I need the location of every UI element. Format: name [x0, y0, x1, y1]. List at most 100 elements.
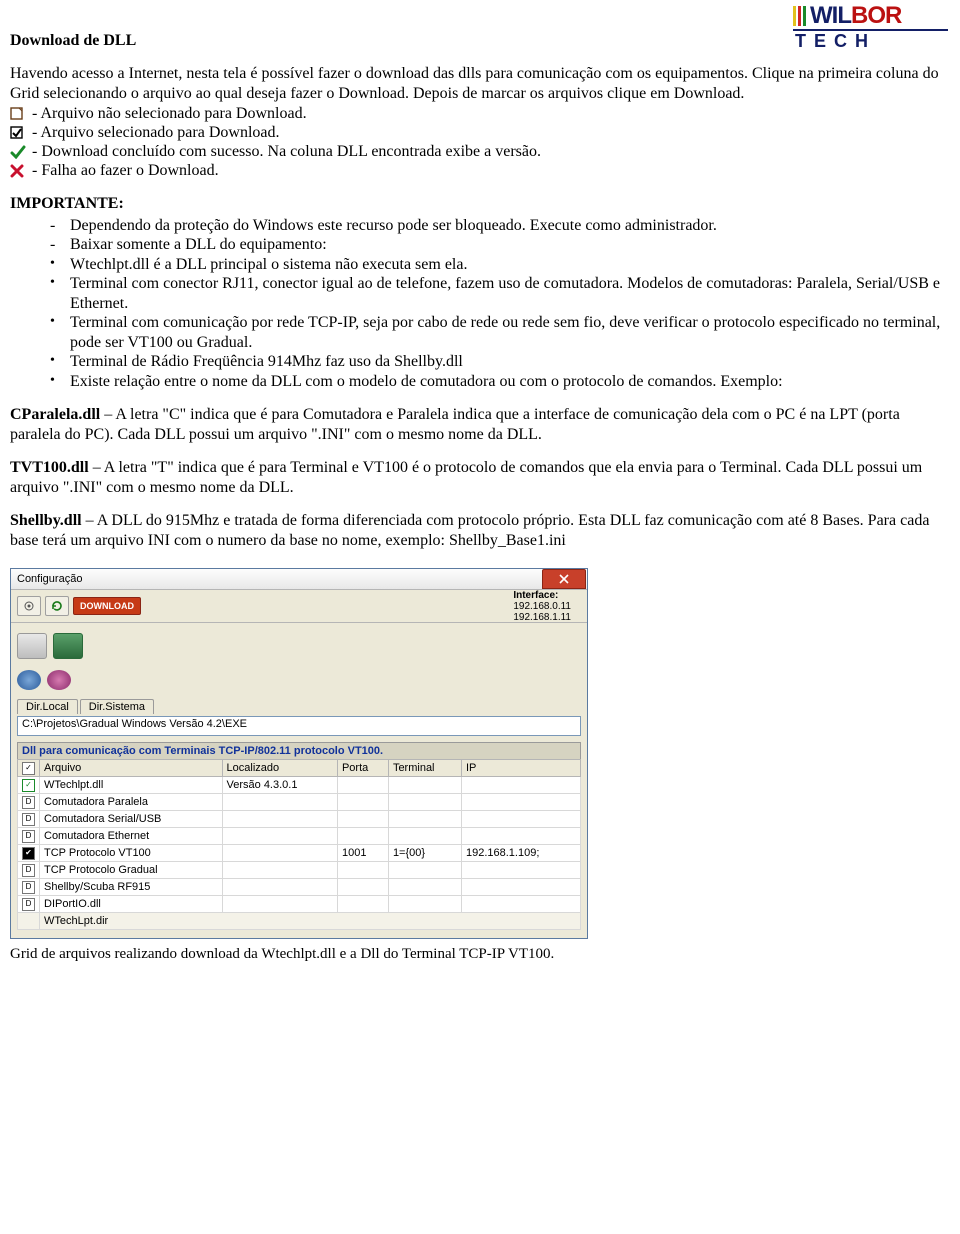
row-select-icon[interactable]: D — [18, 794, 40, 811]
cell-arquivo: Comutadora Ethernet — [40, 828, 223, 845]
interface-label: Interface: — [513, 590, 571, 601]
table-row[interactable]: ✔TCP Protocolo VT10010011={00}192.168.1.… — [18, 845, 581, 862]
table-row[interactable]: DShellby/Scuba RF915 — [18, 879, 581, 896]
grid-caption-bar: Dll para comunicação com Terminais TCP-I… — [17, 742, 581, 759]
cell-arquivo: DIPortIO.dll — [40, 896, 223, 913]
cell-ip — [461, 828, 580, 845]
icon-desc-selected: - Arquivo selecionado para Download. — [32, 124, 279, 142]
device-icon — [47, 670, 71, 690]
tab-dir-local[interactable]: Dir.Local — [17, 699, 78, 714]
col-terminal[interactable]: Terminal — [388, 760, 461, 777]
cell-arquivo: Comutadora Serial/USB — [40, 811, 223, 828]
cell-localizado — [222, 879, 337, 896]
device-icon — [53, 633, 83, 659]
cell-arquivo: WTechlpt.dll — [40, 777, 223, 794]
download-button[interactable]: DOWNLOAD — [73, 597, 141, 615]
path-input[interactable]: C:\Projetos\Gradual Windows Versão 4.2\E… — [17, 716, 581, 736]
toolbar-refresh-icon[interactable] — [45, 596, 69, 616]
cell-localizado — [222, 794, 337, 811]
icon-desc-success: - Download concluído com sucesso. Na col… — [32, 143, 541, 161]
row-select-icon[interactable]: D — [18, 862, 40, 879]
logo-sub: TECH — [793, 29, 948, 51]
device-icons-row — [17, 627, 581, 665]
cell-porta — [337, 828, 388, 845]
cell-ip — [461, 862, 580, 879]
cell-porta — [337, 794, 388, 811]
important-item: Dependendo da proteção do Windows este r… — [50, 216, 950, 236]
cell-terminal — [388, 828, 461, 845]
row-select-icon[interactable]: D — [18, 811, 40, 828]
cell-ip — [461, 811, 580, 828]
window-title: Configuração — [17, 573, 82, 585]
col-ip[interactable]: IP — [461, 760, 580, 777]
cell-ip — [461, 896, 580, 913]
cparalela-para: CParalela.dll – A letra "C" indica que é… — [10, 405, 950, 444]
cell-localizado — [222, 896, 337, 913]
bullet-item: Terminal de Rádio Freqüência 914Mhz faz … — [50, 352, 950, 372]
cell-localizado — [222, 845, 337, 862]
important-heading: IMPORTANTE: — [10, 194, 950, 214]
device-icon — [17, 670, 41, 690]
cell-porta — [337, 777, 388, 794]
device-icon — [17, 633, 47, 659]
table-row[interactable]: DDIPortIO.dll — [18, 896, 581, 913]
table-row[interactable]: DTCP Protocolo Gradual — [18, 862, 581, 879]
shellby-text: – A DLL do 915Mhz e tratada de forma dif… — [10, 512, 929, 549]
cell-arquivo: TCP Protocolo Gradual — [40, 862, 223, 879]
config-window: Configuração DOWNLOAD Interface: 192.168… — [10, 568, 588, 939]
interface-ip: 192.168.1.11 — [513, 612, 571, 623]
tvt100-text: – A letra "T" indica que é para Terminal… — [10, 459, 922, 496]
toolbar-gear-icon[interactable] — [17, 596, 41, 616]
col-arquivo[interactable]: Arquivo — [40, 760, 223, 777]
device-icons-row — [17, 665, 581, 695]
cell-localizado: Versão 4.3.0.1 — [222, 777, 337, 794]
grid-footer-text: WTechLpt.dir — [40, 913, 581, 930]
figure-caption: Grid de arquivos realizando download da … — [10, 945, 950, 963]
logo-text-right: BOR — [851, 6, 901, 29]
interface-ip: 192.168.0.11 — [513, 601, 571, 612]
intro-paragraph: Havendo acesso a Internet, nesta tela é … — [10, 64, 950, 103]
cparalela-name: CParalela.dll — [10, 406, 100, 423]
logo-text-left: WIL — [810, 6, 851, 29]
cell-terminal — [388, 862, 461, 879]
row-select-icon[interactable]: D — [18, 879, 40, 896]
cell-porta — [337, 896, 388, 913]
tab-dir-sistema[interactable]: Dir.Sistema — [80, 699, 154, 714]
shellby-name: Shellby.dll — [10, 512, 82, 529]
close-button[interactable] — [542, 569, 586, 589]
table-row[interactable]: DComutadora Paralela — [18, 794, 581, 811]
icon-desc-unselected: - Arquivo não selecionado para Download. — [32, 105, 307, 123]
cell-porta — [337, 862, 388, 879]
file-unselected-icon — [10, 107, 26, 121]
important-item: Baixar somente a DLL do equipamento: — [50, 235, 950, 255]
row-select-icon[interactable]: ✓ — [18, 777, 40, 794]
icon-desc-fail: - Falha ao fazer o Download. — [32, 162, 219, 180]
table-row[interactable]: DComutadora Ethernet — [18, 828, 581, 845]
row-select-icon[interactable]: ✔ — [18, 845, 40, 862]
cell-localizado — [222, 862, 337, 879]
cell-porta — [337, 811, 388, 828]
col-check-icon[interactable]: ✓ — [18, 760, 40, 777]
cell-porta: 1001 — [337, 845, 388, 862]
grid-footer-icon — [18, 913, 40, 930]
cell-arquivo: Comutadora Paralela — [40, 794, 223, 811]
cell-arquivo: TCP Protocolo VT100 — [40, 845, 223, 862]
download-success-icon — [10, 145, 26, 159]
table-row[interactable]: ✓WTechlpt.dllVersão 4.3.0.1 — [18, 777, 581, 794]
col-localizado[interactable]: Localizado — [222, 760, 337, 777]
cell-localizado — [222, 828, 337, 845]
row-select-icon[interactable]: D — [18, 828, 40, 845]
file-selected-icon — [10, 126, 26, 140]
cell-localizado — [222, 811, 337, 828]
bullet-item: Existe relação entre o nome da DLL com o… — [50, 372, 950, 392]
col-porta[interactable]: Porta — [337, 760, 388, 777]
cell-ip — [461, 777, 580, 794]
tvt100-para: TVT100.dll – A letra "T" indica que é pa… — [10, 458, 950, 497]
table-row[interactable]: DComutadora Serial/USB — [18, 811, 581, 828]
shellby-para: Shellby.dll – A DLL do 915Mhz e tratada … — [10, 511, 950, 550]
brand-logo: WILBOR TECH — [793, 6, 948, 54]
cell-arquivo: Shellby/Scuba RF915 — [40, 879, 223, 896]
download-fail-icon — [10, 164, 26, 178]
tvt100-name: TVT100.dll — [10, 459, 89, 476]
row-select-icon[interactable]: D — [18, 896, 40, 913]
